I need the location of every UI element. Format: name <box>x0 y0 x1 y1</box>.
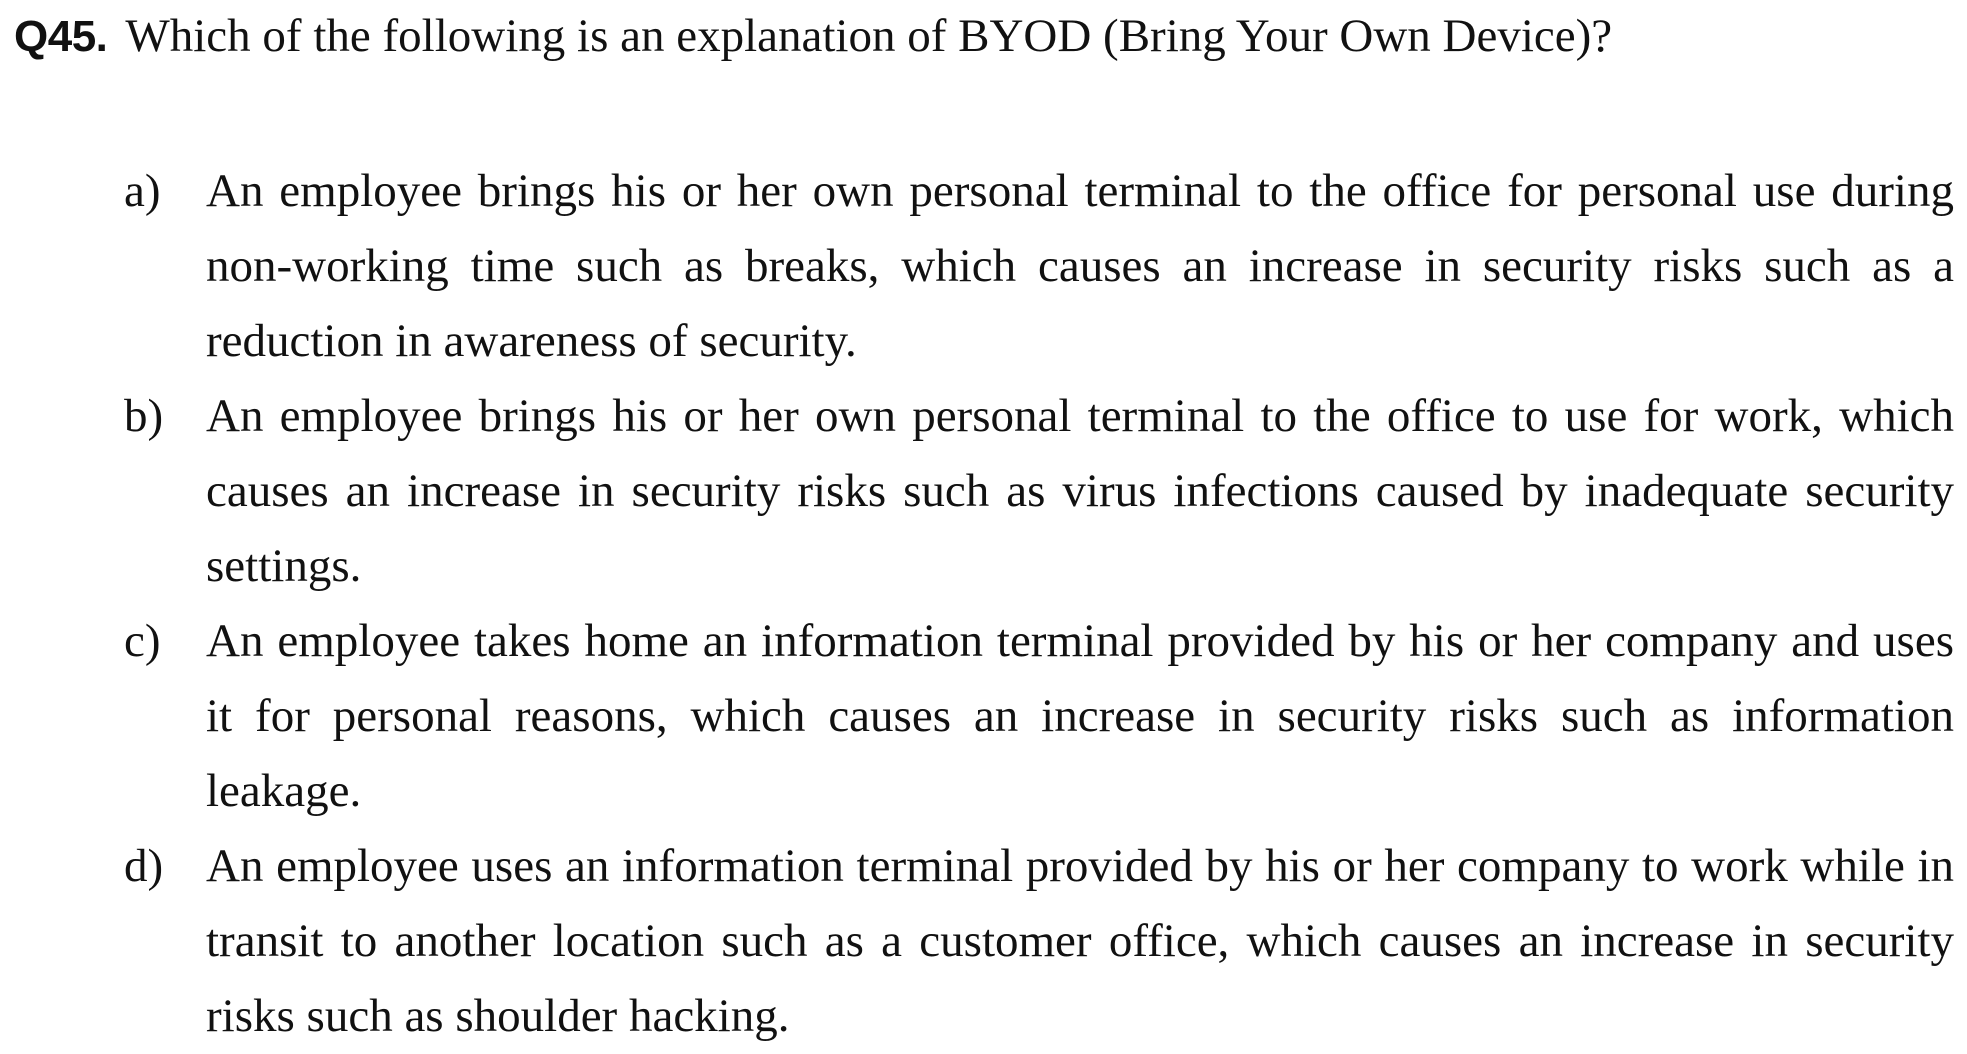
option-label: c) <box>124 615 161 667</box>
option-label: b) <box>124 390 164 442</box>
option-text: An employee takes home an information te… <box>206 615 1954 817</box>
option-label: a) <box>124 165 161 217</box>
question-number: Q45. <box>14 12 108 61</box>
option-text: An employee brings his or her own person… <box>206 390 1954 592</box>
option-b: b) An employee brings his or her own per… <box>124 379 1954 604</box>
answer-options: a) An employee brings his or her own per… <box>124 154 1954 1054</box>
option-a: a) An employee brings his or her own per… <box>124 154 1954 379</box>
option-c: c) An employee takes home an information… <box>124 604 1954 829</box>
option-d: d) An employee uses an information termi… <box>124 829 1954 1054</box>
option-text: An employee uses an information terminal… <box>206 840 1954 1042</box>
option-text: An employee brings his or her own person… <box>206 165 1954 367</box>
question-text: Which of the following is an explanation… <box>125 10 1613 62</box>
option-label: d) <box>124 840 164 892</box>
question-heading: Q45. Which of the following is an explana… <box>14 6 1612 77</box>
